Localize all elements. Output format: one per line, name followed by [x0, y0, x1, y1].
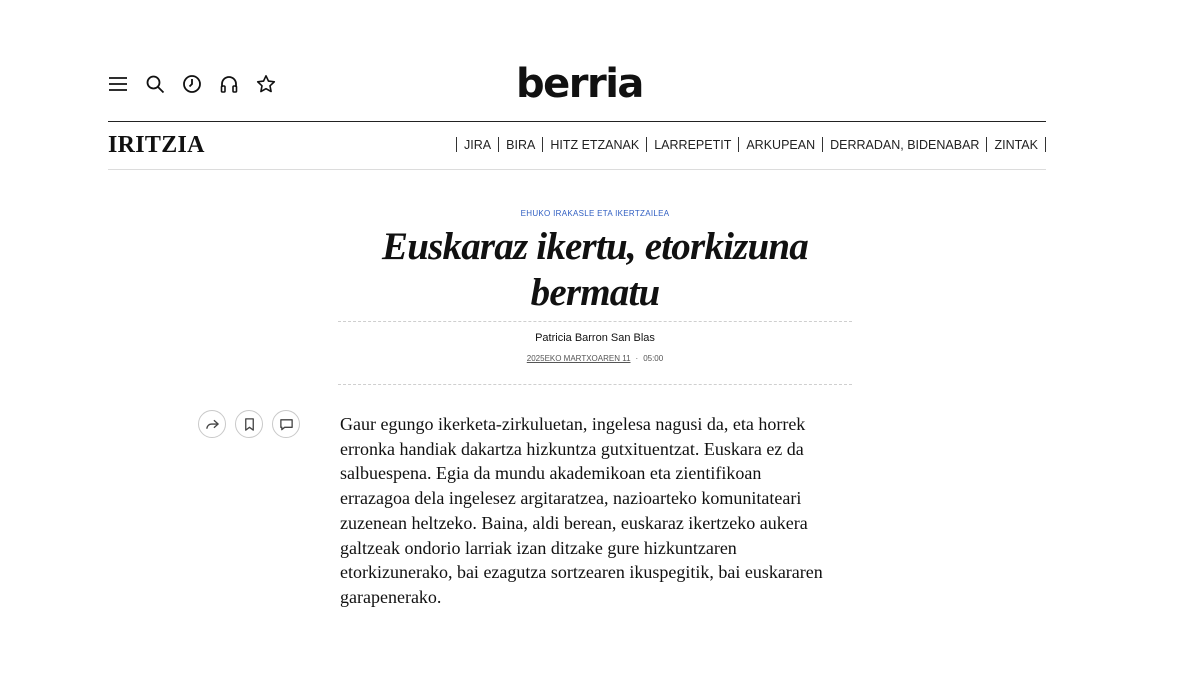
section-nav: JIRA BIRA HITZ ETZANAK LARREPETIT ARKUPE… — [456, 137, 1046, 152]
headline-line-1: Euskaraz ikertu, etorkizuna — [382, 225, 809, 268]
body-line: Gaur egungo ikerketa-zirkuluetan, ingele… — [340, 414, 806, 434]
article-header: EHUKO IRAKASLE ETA IKERTZAILEA Euskaraz … — [338, 208, 852, 316]
nav-item-derradan-bidenabar[interactable]: DERRADAN, BIDENABAR — [823, 138, 986, 152]
headphones-icon[interactable] — [219, 74, 239, 94]
body-line: salbuespena. Egia da mundu akademikoan e… — [340, 463, 762, 484]
search-icon[interactable] — [145, 74, 165, 94]
nav-item-larrepetit[interactable]: LARREPETIT — [647, 138, 738, 152]
nav-separator — [1045, 137, 1046, 152]
nav-item-zintak[interactable]: ZINTAK — [987, 138, 1045, 152]
article-body: Gaur egungo ikerketa-zirkuluetan, ingele… — [340, 412, 852, 610]
nav-item-bira[interactable]: BIRA — [499, 138, 542, 152]
body-line: garapenerako. — [340, 586, 442, 607]
toolbar-icons — [108, 74, 293, 94]
header-divider — [108, 121, 1046, 122]
nav-item-hitz-etzanak[interactable]: HITZ ETZANAK — [543, 138, 646, 152]
star-icon[interactable] — [256, 74, 276, 94]
byline-divider-top — [338, 321, 852, 322]
share-icon — [205, 419, 219, 429]
bookmark-button[interactable] — [235, 410, 263, 438]
body-line: zuzenean heltzeko. Baina, aldi berean, e… — [340, 512, 808, 533]
comment-icon — [279, 418, 293, 430]
date-separator: · — [635, 354, 639, 363]
body-line: etorkizunerako, bai ezagutza sortzearen … — [340, 562, 823, 583]
article-time: 05:00 — [643, 354, 664, 363]
article-tools — [198, 410, 309, 438]
site-logo[interactable]: berria — [516, 60, 644, 108]
article-date: 2025EKO MARTXOAREN 11 — [526, 354, 631, 363]
clock-icon[interactable] — [182, 74, 202, 94]
nav-item-arkupean[interactable]: ARKUPEAN — [739, 138, 822, 152]
body-line: galtzeak ondorio larriak izan ditzake gu… — [340, 537, 737, 558]
nav-item-jira[interactable]: JIRA — [457, 138, 498, 152]
headline-line-2: bermatu — [530, 271, 661, 314]
top-bar: berria — [108, 61, 1046, 107]
body-line: erronka handiak dakartza hizkuntza gutxi… — [340, 438, 804, 459]
byline-divider-bottom — [338, 384, 852, 385]
article-dateline: 2025EKO MARTXOAREN 11 · 05:00 — [338, 354, 852, 363]
comment-button[interactable] — [272, 410, 300, 438]
section-divider — [108, 169, 1046, 170]
article-headline: Euskaraz ikertu, etorkizuna bermatu — [338, 224, 852, 316]
section-title[interactable]: IRITZIA — [108, 132, 205, 159]
share-button[interactable] — [198, 410, 226, 438]
bookmark-icon — [244, 417, 254, 431]
body-line: errazagoa dela ingelesez argitaratzea, n… — [340, 488, 802, 509]
menu-icon[interactable] — [108, 74, 128, 94]
article-kicker: EHUKO IRAKASLE ETA IKERTZAILEA — [520, 209, 670, 218]
article-author[interactable]: Patricia Barron San Blas — [338, 332, 852, 344]
